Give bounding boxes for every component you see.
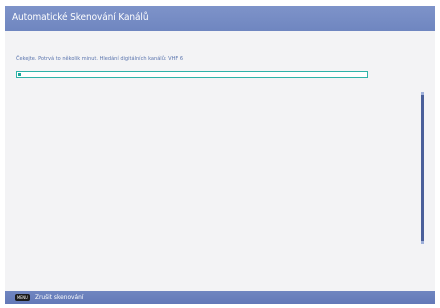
scrollbar[interactable] (421, 92, 424, 244)
scan-progress-bar (16, 71, 368, 78)
scan-screen: Automatické Skenování Kanálů Čekejte. Po… (5, 6, 435, 304)
scrollbar-top-cap (421, 92, 424, 95)
page-title: Automatické Skenování Kanálů (12, 12, 149, 23)
title-bar: Automatické Skenování Kanálů (5, 6, 435, 31)
scan-status-text: Čekejte. Potrvá to několik minut. Hledán… (16, 56, 184, 62)
scrollbar-bottom-cap (421, 241, 424, 244)
bottom-bar: MENU Zrušit skenování (5, 291, 435, 304)
cancel-scan-button[interactable]: Zrušit skenování (35, 293, 83, 302)
menu-key-icon: MENU (15, 294, 30, 301)
scan-progress-fill (18, 73, 21, 76)
